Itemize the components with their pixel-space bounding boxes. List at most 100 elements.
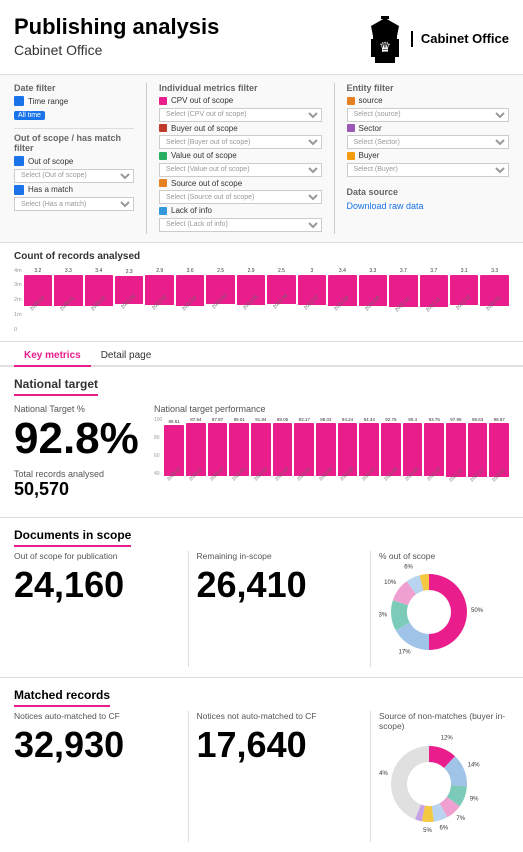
perf-bar-top-label: 87.87 [212,417,223,422]
donut-label: 12% [441,735,454,741]
perf-bar-top-label: 94.24 [342,417,353,422]
source-entity-item: source [347,96,510,105]
perf-bar [186,423,206,476]
perf-bar-top-label: 97.96 [450,417,461,422]
perf-bar-group: 87.942020-11 [186,417,206,492]
source-label: Source out of scope [171,179,242,188]
matched-auto-col: Notices auto-matched to CF 32,930 [14,711,180,766]
entity-filter-col: Entity filter source Select (source) Sec… [347,83,510,234]
header-left: Publishing analysis Cabinet Office [14,14,219,58]
has-match-select[interactable]: Select (Has a match) [14,197,134,211]
value-select[interactable]: Select (Value out of scope) [159,163,322,177]
date-filter-label: Date filter [14,83,134,93]
time-range-checkbox[interactable] [14,96,24,106]
bar-top-label: 2.9 [156,268,163,274]
perf-bar-top-label: 98.63 [472,417,483,422]
count-bar-group: 3.72021-11 [420,268,448,318]
perf-y-axis: 100 80 60 40 [154,417,162,492]
perf-bar-group: 87.872020-12 [208,417,228,492]
perf-bar-top-label: 91.84 [255,417,266,422]
count-bar-group: 3.12021-12 [450,268,478,318]
individual-metrics-label: Individual metrics filter [159,83,322,93]
source-entity-select[interactable]: Select (source) [347,108,510,122]
donut-label: 13% [379,612,388,618]
gov-logo: ♛ Cabinet Office [367,14,509,64]
national-target-section: National target National Target % 92.8% … [0,367,523,518]
perf-bar-chart: 85.512020-1087.942020-1187.872020-1289.0… [164,417,509,507]
count-bar-chart: 3.22020-103.32020-113.42020-122.32021-01… [24,268,509,333]
date-filter-col: Date filter Time range All time Out of s… [14,83,134,234]
perf-bar-group: 93.752021-10 [424,417,444,492]
perf-bar-group: 90.42021-09 [403,417,423,492]
perf-bar-top-label: 93.17 [299,417,310,422]
perf-bar-top-label: 87.94 [190,417,201,422]
entity-filter-label: Entity filter [347,83,510,93]
docs-out-label: Out of scope for publication [14,551,180,561]
target-percent-value: 92.8% [14,417,144,461]
donut-label: 6% [439,825,448,831]
scope-select[interactable]: Select (Out of scope) [14,169,134,183]
cpv-label: CPV out of scope [171,96,233,105]
donut-label: 7% [456,816,465,822]
source-select[interactable]: Select (Source out of scope) [159,190,322,204]
perf-label: National target performance [154,404,509,414]
sector-entity-dot [347,124,355,132]
bar-top-label: 3.1 [461,268,468,274]
matched-divider-2 [370,711,371,842]
perf-bar [229,423,249,476]
national-target-row: National Target % 92.8% Total records an… [14,404,509,507]
count-bar-group: 3.32021-09 [359,268,387,318]
cpv-select[interactable]: Select (CPV out of scope) [159,108,322,122]
perf-bar-top-label: 88.05 [277,417,288,422]
bar-top-label: 2.5 [217,268,224,274]
docs-row: Out of scope for publication 24,160 Rema… [14,551,509,667]
docs-out-value: 24,160 [14,564,180,606]
source-entity-dot [347,97,355,105]
donut-label: 5% [423,827,432,833]
donut-label: 44% [379,771,389,777]
bar-top-label: 3.3 [369,268,376,274]
buyer-entity-item: Buyer [347,151,510,160]
lack-dot [159,207,167,215]
donut-label: 17% [399,649,412,655]
tab-key-metrics[interactable]: Key metrics [14,346,91,367]
donut-label: 50% [471,608,484,614]
time-range-label: Time range [28,97,68,106]
sector-entity-select[interactable]: Select (Sector) [347,135,510,149]
docs-out-col: Out of scope for publication 24,160 [14,551,180,606]
download-link[interactable]: Download raw data [347,201,510,211]
target-percent-col: National Target % 92.8% Total records an… [14,404,144,507]
count-bar-group: 2.32021-01 [115,268,143,318]
perf-bar-group: 88.022021-05 [316,417,336,492]
donut-label: 14% [468,762,481,768]
docs-remaining-col: Remaining in-scope 26,410 [197,551,363,606]
scope-checkbox[interactable] [14,156,24,166]
buyer-entity-select[interactable]: Select (Buyer) [347,163,510,177]
perf-bar [489,423,509,477]
perf-bar-top-label: 98.87 [494,417,505,422]
buyer-select[interactable]: Select (Buyer out of scope) [159,135,322,149]
docs-divider-2 [370,551,371,667]
time-range-toggle[interactable]: Time range [14,96,134,106]
tab-detail-page[interactable]: Detail page [91,346,162,367]
docs-remaining-label: Remaining in-scope [197,551,363,561]
perf-bar-group: 94.342021-07 [359,417,379,492]
perf-bar-top-label: 88.02 [320,417,331,422]
count-bar-group: 2.52021-06 [267,268,295,318]
source-item: Source out of scope [159,179,322,188]
perf-bar-group: 91.842021-02 [251,417,271,492]
has-match-checkbox[interactable] [14,185,24,195]
matched-section: Matched records Notices auto-matched to … [0,678,523,852]
matched-source-label: Source of non-matches (buyer in-scope) [379,711,509,731]
separator-1 [146,83,147,234]
bar-top-label: 3 [311,268,314,274]
lack-select[interactable]: Select (Lack of info) [159,218,322,232]
buyer-entity-label: Buyer [359,151,380,160]
value-label: Value out of scope [171,151,237,160]
bar-top-label: 2.9 [248,268,255,274]
all-time-badge: All time [14,111,45,120]
bar-top-label: 2.3 [126,269,133,275]
count-bar-group: 3.32020-11 [54,268,82,318]
count-chart-section: Count of records analysed 4m 3m 2m 1m 0 … [0,243,523,342]
count-bar-group: 3.22020-10 [24,268,52,318]
